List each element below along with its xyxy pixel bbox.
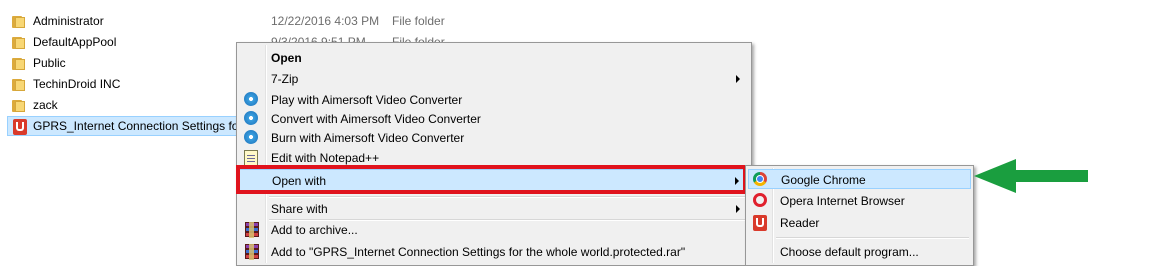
folder-icon	[12, 77, 28, 91]
submenu-arrow-icon	[736, 75, 740, 83]
menu-separator	[269, 196, 747, 198]
opera-icon	[753, 193, 769, 209]
submenu-item-label: Opera Internet Browser	[780, 194, 905, 208]
protected-file-icon	[12, 119, 28, 135]
winrar-icon	[244, 222, 260, 238]
menu-item-share-with[interactable]: Share with	[239, 199, 749, 218]
green-pointer-arrow-icon	[974, 159, 1088, 193]
chrome-icon	[753, 172, 769, 188]
menu-item-label: Share with	[271, 202, 328, 216]
open-with-highlight-box	[236, 165, 747, 194]
aimersoft-icon	[244, 92, 260, 108]
submenu-item-label: Choose default program...	[780, 245, 919, 259]
menu-item-label: Add to archive...	[271, 223, 358, 237]
file-date: 12/22/2016 4:03 PM	[271, 14, 380, 28]
menu-item-7zip[interactable]: 7-Zip	[239, 69, 749, 88]
aimersoft-icon	[244, 111, 260, 127]
file-name: zack	[33, 98, 58, 112]
folder-icon	[12, 14, 28, 28]
submenu-arrow-icon	[736, 205, 740, 213]
file-type: File folder	[392, 14, 445, 28]
menu-item-convert-aimersoft[interactable]: Convert with Aimersoft Video Converter	[239, 109, 749, 128]
menu-item-open[interactable]: Open	[239, 48, 749, 67]
file-name: DefaultAppPool	[33, 35, 117, 49]
file-name: Public	[33, 56, 66, 70]
file-name: TechinDroid INC	[33, 77, 121, 91]
menu-item-play-aimersoft[interactable]: Play with Aimersoft Video Converter	[239, 90, 749, 109]
submenu-item-opera[interactable]: Opera Internet Browser	[748, 191, 971, 210]
folder-icon	[12, 35, 28, 49]
menu-item-label: 7-Zip	[271, 72, 299, 86]
open-with-submenu: Google Chrome Opera Internet Browser Rea…	[745, 165, 974, 266]
notepad-plus-plus-icon	[244, 150, 260, 166]
menu-item-add-to-archive[interactable]: Add to archive...	[239, 220, 749, 239]
menu-item-label: Burn with Aimersoft Video Converter	[271, 131, 465, 145]
folder-icon	[12, 98, 28, 112]
submenu-item-label: Reader	[780, 216, 820, 230]
folder-icon	[12, 56, 28, 70]
submenu-item-reader[interactable]: Reader	[748, 213, 971, 232]
file-row-administrator[interactable]: Administrator 12/22/2016 4:03 PM File fo…	[0, 11, 480, 32]
menu-separator	[776, 237, 969, 239]
file-name: GPRS_Internet Connection Settings for	[33, 119, 243, 133]
reader-icon	[753, 215, 769, 231]
submenu-item-google-chrome[interactable]: Google Chrome	[748, 169, 971, 189]
file-name: Administrator	[33, 14, 104, 28]
aimersoft-icon	[244, 130, 260, 146]
submenu-item-label: Google Chrome	[781, 173, 866, 187]
menu-item-add-to-rar[interactable]: Add to "GPRS_Internet Connection Setting…	[239, 242, 749, 261]
submenu-item-choose-default[interactable]: Choose default program...	[748, 242, 971, 261]
winrar-icon	[244, 244, 260, 260]
menu-item-label: Convert with Aimersoft Video Converter	[271, 112, 481, 126]
menu-item-label: Open	[271, 51, 302, 65]
menu-item-burn-aimersoft[interactable]: Burn with Aimersoft Video Converter	[239, 128, 749, 147]
menu-item-label: Edit with Notepad++	[271, 151, 380, 165]
menu-item-label: Play with Aimersoft Video Converter	[271, 93, 463, 107]
menu-item-label: Add to "GPRS_Internet Connection Setting…	[271, 245, 686, 259]
context-menu: Open 7-Zip Play with Aimersoft Video Con…	[236, 42, 752, 266]
